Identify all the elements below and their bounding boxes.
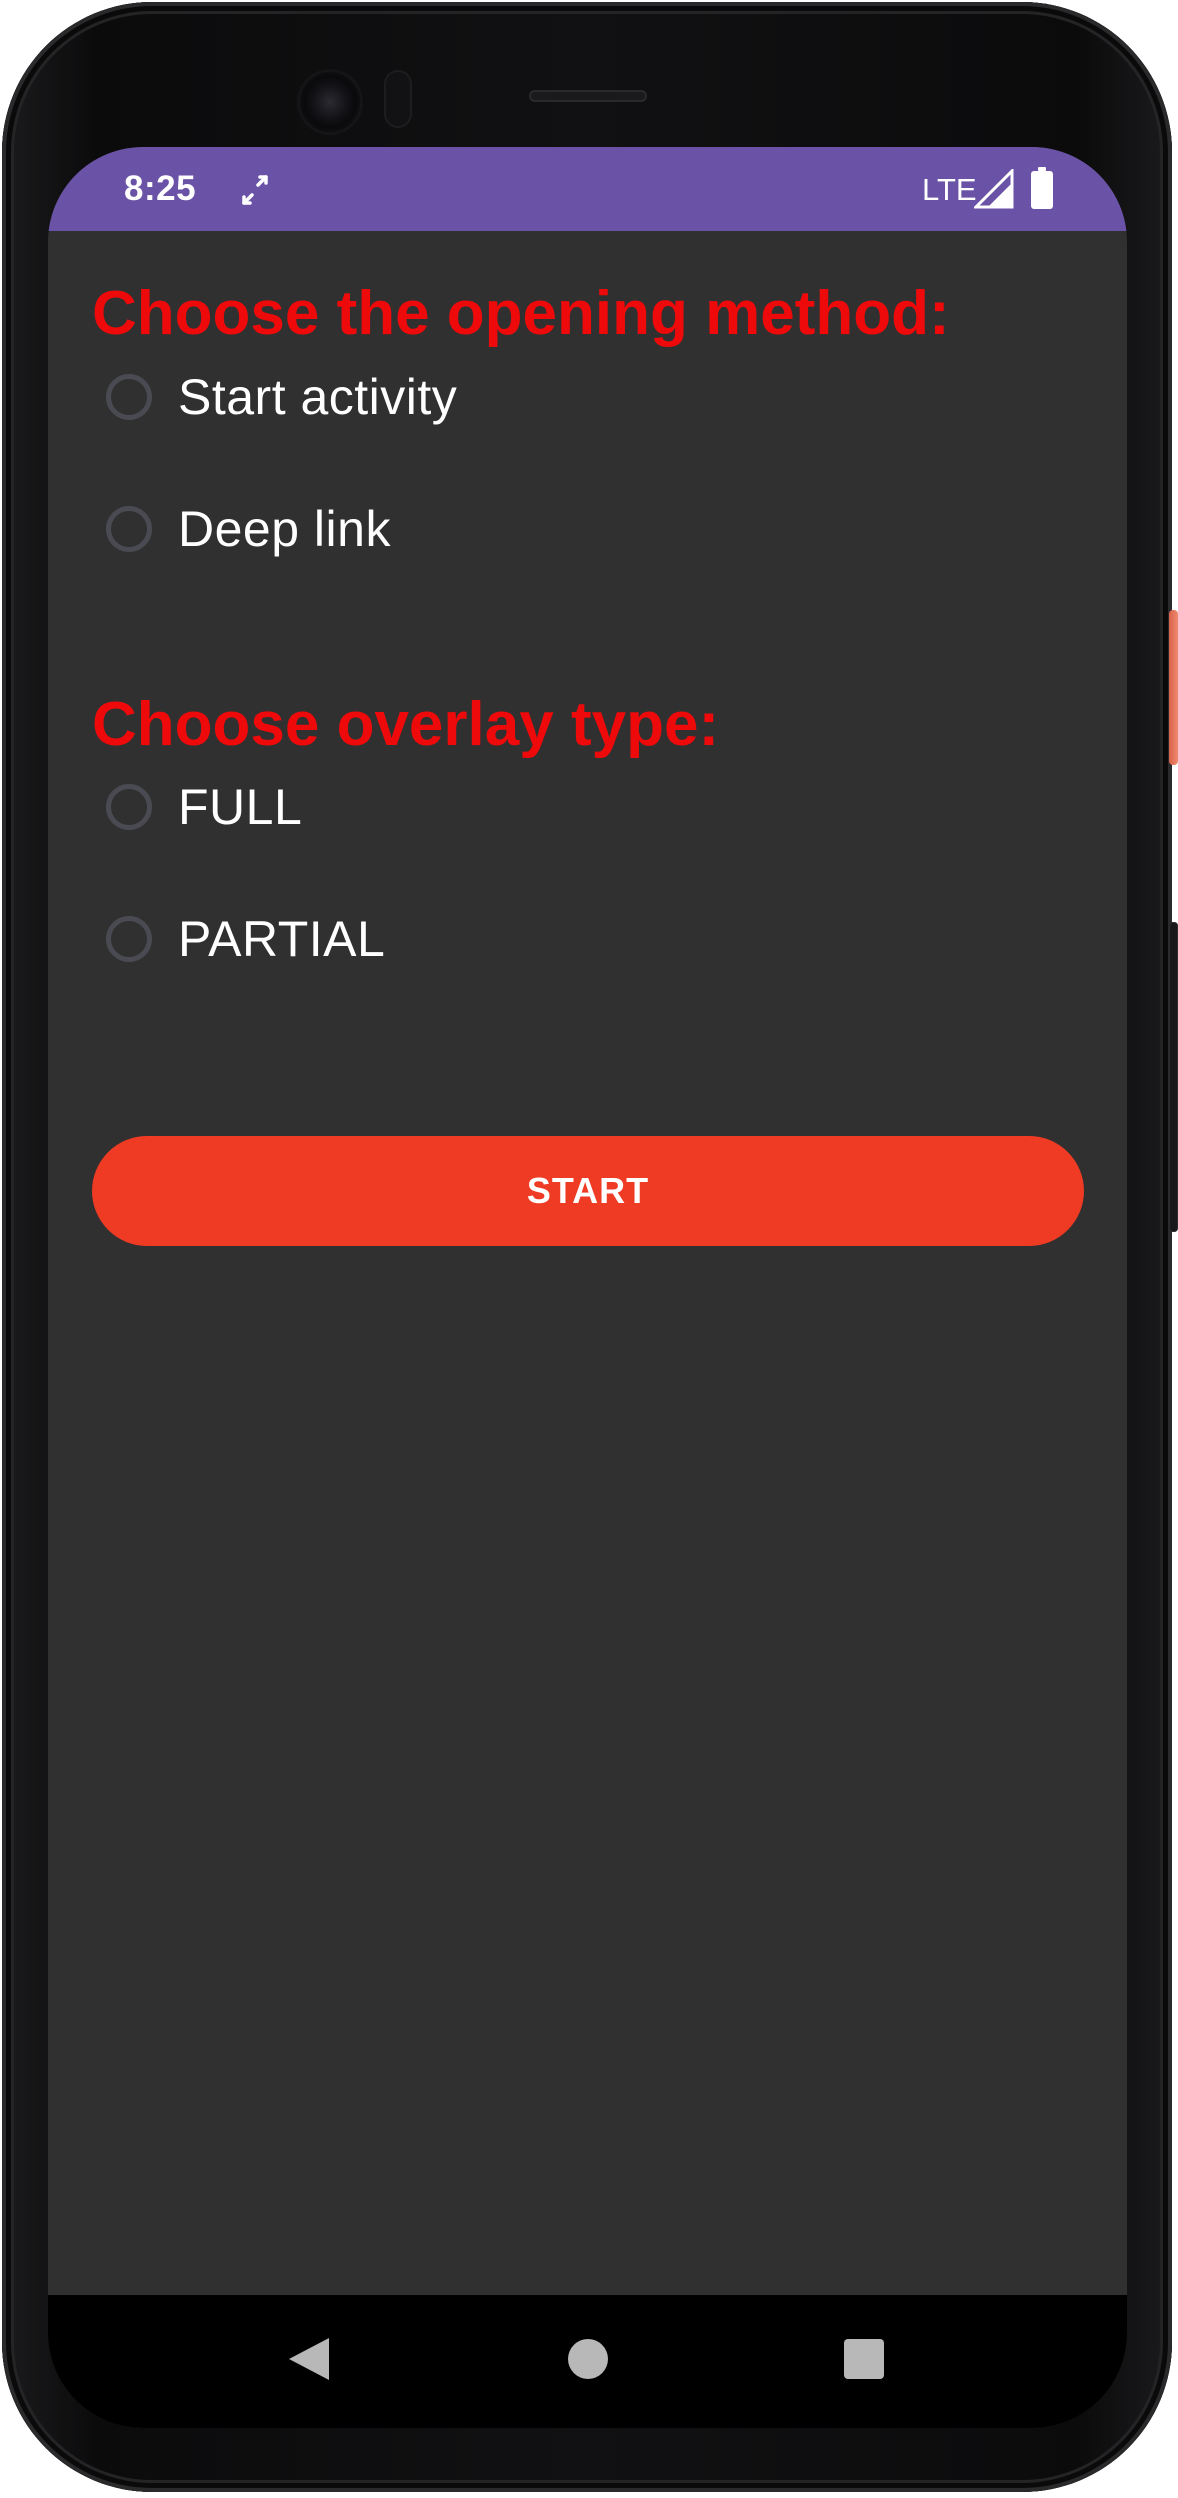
back-icon[interactable] [285, 2336, 331, 2382]
home-icon[interactable] [568, 2339, 608, 2379]
radio-button-circle[interactable] [106, 784, 152, 830]
navigation-bar [48, 2295, 1127, 2428]
network-type-label: LTE [922, 172, 977, 207]
sync-icon [242, 175, 268, 205]
recents-icon[interactable] [844, 2339, 884, 2379]
device-screen: 8:25 LTE Choose the opening method: Star… [48, 147, 1127, 2428]
radio-label: PARTIAL [178, 911, 386, 967]
radio-button-circle[interactable] [106, 506, 152, 552]
radio-button-circle[interactable] [106, 916, 152, 962]
signal-icon [974, 169, 1014, 209]
radio-start-activity[interactable]: Start activity [106, 359, 457, 435]
radio-label: FULL [178, 779, 303, 835]
opening-method-title: Choose the opening method: [92, 279, 950, 348]
radio-deep-link[interactable]: Deep link [106, 491, 391, 567]
radio-label: Deep link [178, 501, 391, 557]
radio-label: Start activity [178, 369, 458, 425]
radio-partial[interactable]: PARTIAL [106, 901, 385, 977]
radio-button-circle[interactable] [106, 374, 152, 420]
start-button[interactable]: START [92, 1136, 1084, 1246]
phone-frame: 8:25 LTE Choose the opening method: Star… [2, 2, 1178, 2492]
radio-full[interactable]: FULL [106, 769, 302, 845]
volume-button [1169, 922, 1178, 1232]
proximity-sensor [384, 70, 412, 128]
power-button [1169, 610, 1178, 765]
battery-icon [1031, 167, 1053, 209]
status-bar: 8:25 LTE [48, 147, 1127, 231]
front-camera [300, 72, 360, 132]
earpiece-speaker [529, 90, 647, 102]
overlay-type-title: Choose overlay type: [92, 690, 720, 759]
status-time: 8:25 [124, 169, 197, 208]
